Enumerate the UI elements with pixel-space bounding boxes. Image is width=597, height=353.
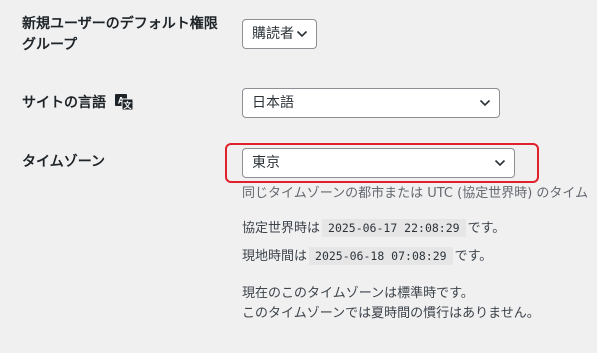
dst-status-line2: このタイムゾーンでは夏時間の慣行はありません。 xyxy=(242,306,540,321)
chevron-down-icon xyxy=(296,30,308,38)
timezone-select[interactable]: 東京 xyxy=(242,148,515,178)
default-role-label-line2: グループ xyxy=(22,37,78,53)
site-language-select[interactable]: 日本語 xyxy=(242,88,500,118)
timezone-help-text: 同じタイムゾーンの都市または UTC (協定世界時) のタイム xyxy=(242,186,589,201)
utc-time-value: 2025-06-17 22:08:29 xyxy=(322,219,466,237)
chevron-down-icon xyxy=(479,99,491,107)
local-time-label: 現地時間は xyxy=(242,249,308,264)
dst-status-line1: 現在のこのタイムゾーンは標準時です。 xyxy=(242,286,474,301)
local-time-value: 2025-06-18 07:08:29 xyxy=(309,247,453,265)
translate-icon: A 文 xyxy=(114,94,133,110)
timezone-value: 東京 xyxy=(252,155,280,171)
utc-time-line: 協定世界時は 2025-06-17 22:08:29 です。 xyxy=(242,219,505,238)
chevron-down-icon xyxy=(494,159,506,167)
utc-time-suffix: です。 xyxy=(467,221,506,236)
default-role-label-line1: 新規ユーザーのデフォルト権限 xyxy=(22,16,218,32)
default-role-label: 新規ユーザーのデフォルト権限 グループ xyxy=(22,14,218,56)
utc-time-label: 協定世界時は xyxy=(242,221,321,236)
local-time-line: 現地時間は 2025-06-18 07:08:29 です。 xyxy=(242,247,492,266)
default-role-value: 購読者 xyxy=(252,26,294,42)
default-role-select[interactable]: 購読者 xyxy=(242,19,317,49)
timezone-label: タイムゾーン xyxy=(22,154,106,170)
svg-text:文: 文 xyxy=(123,100,132,110)
site-language-label-text: サイトの言語 xyxy=(22,95,106,111)
site-language-value: 日本語 xyxy=(252,95,294,111)
general-settings-panel: 新規ユーザーのデフォルト権限 グループ 購読者 サイトの言語 A 文 日本語 タ… xyxy=(0,0,597,353)
site-language-label: サイトの言語 A 文 xyxy=(22,93,133,114)
local-time-suffix: です。 xyxy=(454,249,493,264)
